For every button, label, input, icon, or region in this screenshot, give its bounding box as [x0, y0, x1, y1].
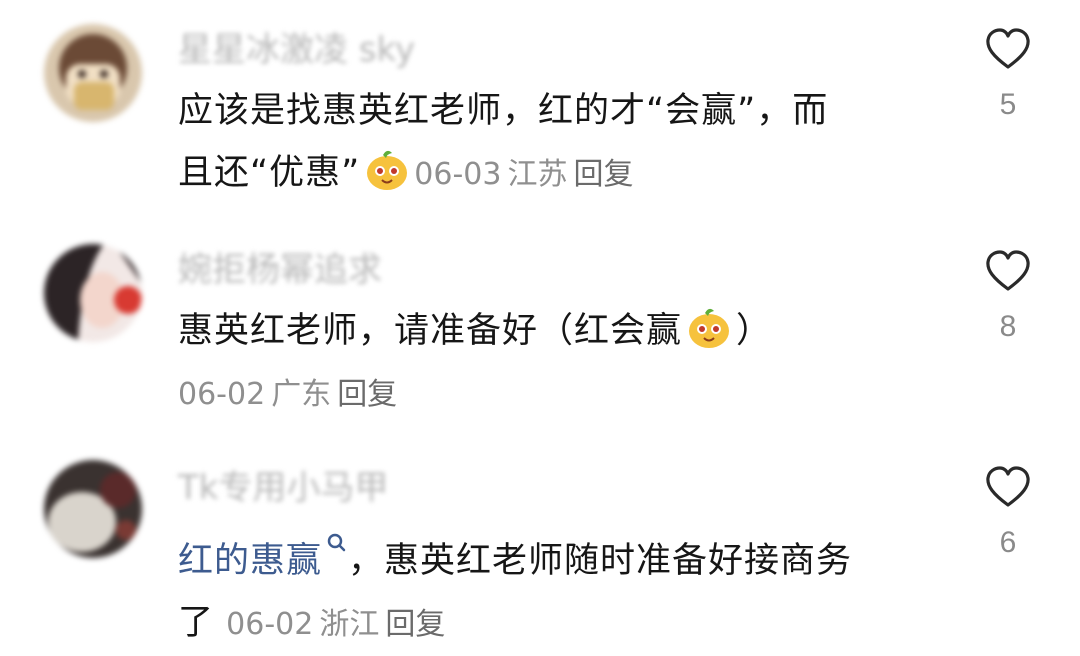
- comment-text-line: 惠英红老师，请准备好（红会赢 ）: [178, 300, 938, 362]
- username[interactable]: 星星冰激凌 sky: [178, 28, 415, 72]
- orange-face-emoji: [686, 304, 732, 350]
- comment-location: 江苏: [507, 157, 568, 192]
- heart-outline-icon[interactable]: [985, 28, 1031, 70]
- avatar[interactable]: [44, 460, 142, 558]
- comment-text-line: 应该是找惠英红老师，红的才“会赢”，而: [178, 91, 829, 131]
- comment-date: 06-03: [414, 157, 502, 192]
- like-count: 5: [999, 88, 1017, 121]
- comment-text-fragment: ，惠英红老师随时准备好接商务: [348, 541, 853, 581]
- comment-text-fragment: 且还“优惠”: [178, 153, 361, 193]
- reply-button[interactable]: 回复: [385, 607, 445, 642]
- comment-location: 浙江: [319, 607, 380, 642]
- avatar[interactable]: [44, 244, 142, 342]
- comment-text-line: 且还“优惠” 06-03 江苏 回复: [178, 142, 938, 206]
- reply-button[interactable]: 回复: [337, 377, 397, 412]
- comment-text: 红的惠赢 ，惠英红老师随时准备好接商务 了 06-02 浙江 回复: [178, 516, 938, 656]
- comment-date: 06-02: [178, 377, 266, 412]
- comment-text-line: 了 06-02 浙江 回复: [178, 592, 938, 656]
- comment-text: 惠英红老师，请准备好（红会赢 ） 06-02 广东 回复: [178, 300, 938, 426]
- comment-text-fragment: 惠英红老师，请准备好（红会赢: [178, 311, 683, 351]
- like-button[interactable]: 5: [984, 28, 1032, 122]
- like-button[interactable]: 6: [984, 466, 1032, 560]
- avatar[interactable]: [44, 24, 142, 122]
- heart-outline-icon[interactable]: [985, 466, 1031, 508]
- comment-date: 06-02: [226, 607, 314, 642]
- comment-meta: 06-03 江苏 回复: [414, 157, 639, 192]
- comment-text-fragment: ）: [736, 311, 773, 351]
- heart-outline-icon[interactable]: [985, 250, 1031, 292]
- reply-button[interactable]: 回复: [573, 157, 633, 192]
- like-count: 8: [999, 310, 1017, 343]
- comment-meta: 06-02 浙江 回复: [226, 607, 451, 642]
- like-button[interactable]: 8: [984, 250, 1032, 344]
- like-count: 6: [999, 526, 1017, 559]
- search-link[interactable]: 红的惠赢: [178, 541, 322, 581]
- username[interactable]: Tk专用小马甲: [178, 466, 388, 510]
- comment-text-line: 红的惠赢 ，惠英红老师随时准备好接商务: [178, 516, 938, 592]
- comment-text-fragment: 了: [178, 603, 215, 643]
- comment-meta: 06-02 广东 回复: [178, 364, 938, 426]
- orange-face-emoji: [364, 146, 410, 192]
- username[interactable]: 婉拒杨幂追求: [178, 248, 382, 292]
- search-icon[interactable]: [326, 516, 348, 552]
- comment-location: 广东: [271, 377, 332, 412]
- comment-text: 应该是找惠英红老师，红的才“会赢”，而 且还“优惠” 06-03 江苏 回复: [178, 80, 938, 206]
